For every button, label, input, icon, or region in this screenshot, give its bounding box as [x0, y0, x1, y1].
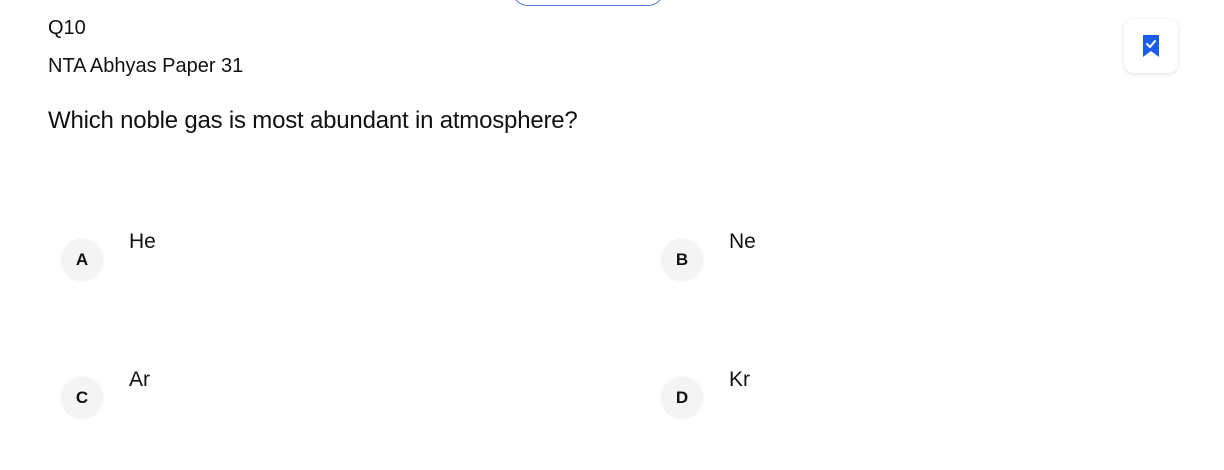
bookmark-check-icon — [1143, 35, 1159, 57]
option-d-text: Kr — [729, 368, 750, 391]
option-c[interactable]: C Ar — [61, 368, 461, 425]
option-b-letter: B — [661, 239, 703, 281]
question-number: Q10 — [48, 17, 86, 39]
option-c-letter: C — [61, 377, 103, 419]
option-a-text: He — [129, 230, 156, 253]
question-source: NTA Abhyas Paper 31 — [48, 55, 244, 77]
question-text: Which noble gas is most abundant in atmo… — [48, 107, 578, 134]
top-tab-pill[interactable] — [512, 0, 664, 6]
option-b-text: Ne — [729, 230, 756, 253]
option-a[interactable]: A He — [61, 230, 461, 287]
option-c-text: Ar — [129, 368, 150, 391]
option-b[interactable]: B Ne — [661, 230, 1061, 287]
option-d-letter: D — [661, 377, 703, 419]
option-a-letter: A — [61, 239, 103, 281]
bookmark-button[interactable] — [1124, 19, 1178, 73]
option-d[interactable]: D Kr — [661, 368, 1061, 425]
